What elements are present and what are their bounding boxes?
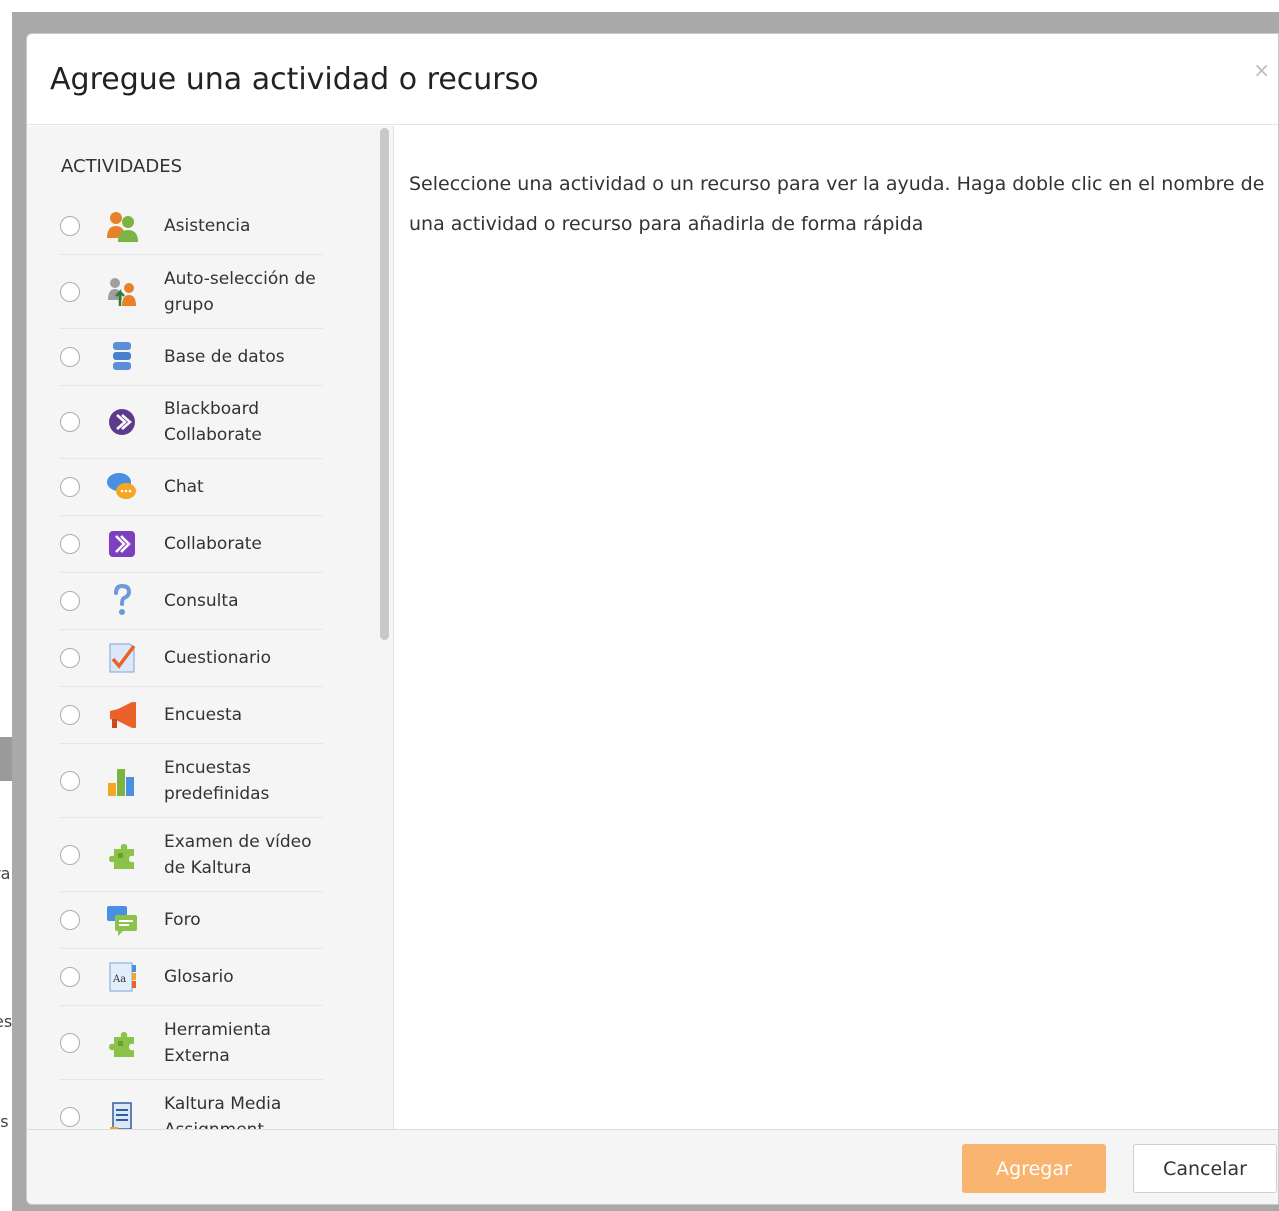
radio-button[interactable] bbox=[60, 281, 80, 302]
add-button[interactable]: Agregar bbox=[962, 1144, 1106, 1193]
activity-option-kaltura-media-assignment[interactable]: Kaltura Media Assignment bbox=[60, 1080, 323, 1129]
group-selection-icon bbox=[104, 274, 140, 310]
activity-option-database[interactable]: Base de datos bbox=[60, 329, 323, 386]
quiz-icon bbox=[104, 640, 140, 676]
activity-label: Chat bbox=[164, 477, 204, 497]
add-activity-dialog: Agregue una actividad o recurso × ACTIVI… bbox=[26, 33, 1279, 1205]
radio-button[interactable] bbox=[60, 705, 80, 725]
background-text-fragment: ra bbox=[0, 864, 11, 883]
close-icon[interactable]: × bbox=[1253, 60, 1270, 80]
background-text-fragment: es bbox=[0, 1012, 12, 1031]
scrollbar-thumb[interactable] bbox=[380, 128, 389, 640]
radio-button[interactable] bbox=[60, 534, 80, 554]
dialog-footer: Agregar Cancelar bbox=[27, 1129, 1278, 1204]
activity-label: Foro bbox=[164, 910, 201, 930]
radio-button[interactable] bbox=[60, 1032, 80, 1053]
radio-button[interactable] bbox=[60, 1107, 80, 1127]
activity-option-external-tool[interactable]: Herramienta Externa bbox=[60, 1006, 323, 1080]
activity-label: Collaborate bbox=[164, 534, 262, 554]
activity-label: Encuesta bbox=[164, 705, 243, 725]
radio-button[interactable] bbox=[60, 770, 80, 791]
page-top-band bbox=[0, 0, 1279, 12]
activity-option-quiz[interactable]: Cuestionario bbox=[60, 630, 323, 687]
activity-label: Herramienta Externa bbox=[164, 1019, 271, 1066]
activity-option-encuesta[interactable]: Encuesta bbox=[60, 687, 323, 744]
activity-label: Blackboard Collaborate bbox=[164, 399, 262, 445]
help-panel: Seleccione una actividad o un recurso pa… bbox=[395, 126, 1278, 1129]
activity-option-glossary[interactable]: Aa Glosario bbox=[60, 949, 323, 1006]
activity-label: Base de datos bbox=[164, 347, 285, 367]
megaphone-icon bbox=[104, 697, 140, 733]
puzzle-icon bbox=[104, 1025, 140, 1061]
blackboard-collaborate-icon bbox=[104, 404, 140, 440]
radio-button[interactable] bbox=[60, 347, 80, 367]
activity-option-consulta[interactable]: Consulta bbox=[60, 573, 323, 630]
activity-label: Encuestas predefinidas bbox=[164, 757, 270, 804]
bar-chart-icon bbox=[104, 763, 140, 799]
activity-option-asistencia[interactable]: Asistencia bbox=[60, 197, 323, 255]
activity-option-chat[interactable]: Chat bbox=[60, 459, 323, 516]
activity-label: Consulta bbox=[164, 591, 239, 611]
section-heading-activities: ACTIVIDADES bbox=[61, 156, 183, 177]
forum-icon bbox=[104, 902, 140, 938]
radio-button[interactable] bbox=[60, 477, 80, 497]
collaborate-icon bbox=[104, 526, 140, 562]
activity-option-group-selection[interactable]: Auto-selección de grupo bbox=[60, 255, 323, 329]
activity-label: Kaltura Media Assignment bbox=[164, 1094, 282, 1129]
activity-option-collaborate[interactable]: Collaborate bbox=[60, 516, 323, 573]
chat-icon bbox=[104, 469, 140, 505]
activity-options-panel: ACTIVIDADES Asistencia Auto-selección de… bbox=[27, 126, 376, 1129]
background-text-fragment: (s bbox=[0, 1112, 9, 1131]
puzzle-icon bbox=[104, 837, 140, 873]
background-page-strip: ra es (s bbox=[0, 12, 12, 1211]
svg-text:Aa: Aa bbox=[112, 974, 126, 985]
radio-button[interactable] bbox=[60, 967, 80, 987]
activity-option-blackboard-collaborate[interactable]: Blackboard Collaborate bbox=[60, 386, 323, 459]
dialog-header: Agregue una actividad o recurso × bbox=[27, 34, 1278, 125]
radio-button[interactable] bbox=[60, 910, 80, 930]
media-assignment-icon bbox=[104, 1099, 140, 1129]
database-icon bbox=[104, 339, 140, 375]
radio-button[interactable] bbox=[60, 215, 80, 236]
activity-option-forum[interactable]: Foro bbox=[60, 892, 323, 949]
radio-button[interactable] bbox=[60, 591, 80, 611]
radio-button[interactable] bbox=[60, 844, 80, 865]
glossary-icon: Aa bbox=[104, 959, 140, 995]
activity-list: Asistencia Auto-selección de grupo Base … bbox=[60, 197, 323, 1129]
attendance-icon bbox=[104, 208, 140, 244]
question-icon bbox=[104, 583, 140, 619]
activity-option-kaltura-video-quiz[interactable]: Examen de vídeo de Kaltura bbox=[60, 818, 323, 892]
background-band bbox=[0, 737, 12, 781]
activity-option-predefined-surveys[interactable]: Encuestas predefinidas bbox=[60, 744, 323, 818]
radio-button[interactable] bbox=[60, 648, 80, 668]
radio-button[interactable] bbox=[60, 412, 80, 432]
help-text: Seleccione una actividad o un recurso pa… bbox=[409, 173, 1265, 235]
activity-label: Examen de vídeo de Kaltura bbox=[164, 831, 312, 878]
activity-label: Glosario bbox=[164, 967, 234, 987]
options-scrollbar[interactable] bbox=[376, 126, 394, 1129]
activity-label: Cuestionario bbox=[164, 648, 272, 668]
dialog-title: Agregue una actividad o recurso bbox=[50, 62, 539, 97]
cancel-button[interactable]: Cancelar bbox=[1133, 1144, 1277, 1193]
activity-label: Auto-selección de grupo bbox=[164, 268, 316, 315]
activity-label: Asistencia bbox=[164, 215, 251, 236]
